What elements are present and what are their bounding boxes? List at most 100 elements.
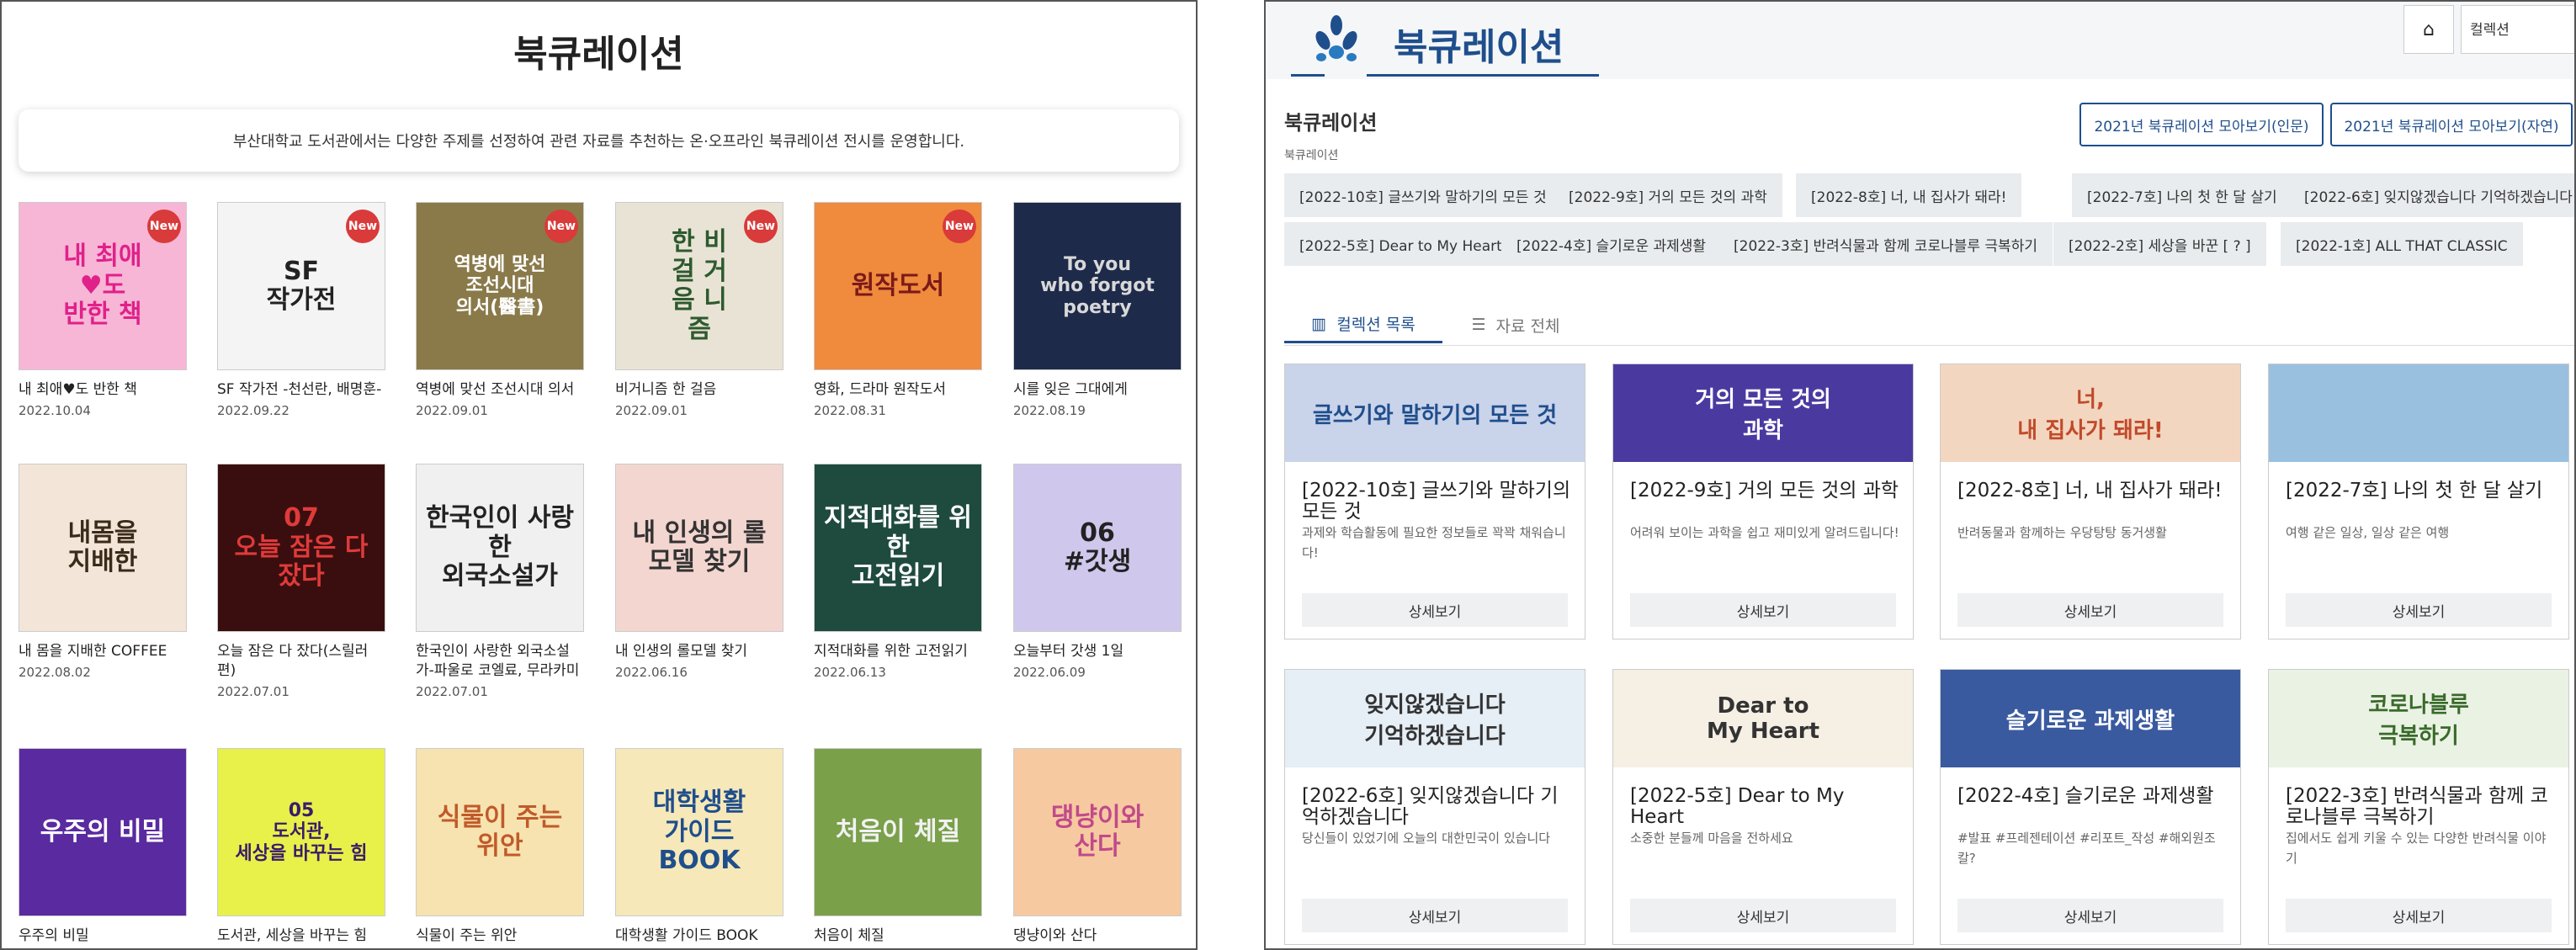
curation-item[interactable]: 06 #갓생 오늘부터 갓생 1일 2022.06.09 — [1013, 464, 1182, 680]
curation-item[interactable]: 내 최애 ♥도 반한 책 New 내 최애♥도 반한 책 2022.10.04 — [19, 202, 187, 418]
curation-title[interactable]: 내 몸을 지배한 COFFEE — [19, 642, 187, 661]
tab-collection-list[interactable]: ▥ 컬렉션 목록 — [1284, 306, 1442, 343]
curation-cover-image[interactable]: 내몸을 지배한 — [19, 464, 187, 632]
curation-item[interactable]: 대학생활 가이드 BOOK 대학생활 가이드 BOOK — [615, 748, 783, 948]
curation-cover-image[interactable]: 한 비 걸 거 음 니 즘 New — [615, 202, 783, 370]
detail-button[interactable]: 상세보기 — [1302, 593, 1568, 627]
collection-banner-image[interactable]: 글쓰기와 말하기의 모든 것 — [1285, 364, 1585, 462]
curation-item[interactable]: 05 도서관, 세상을 바꾸는 힘도서관, 세상을 바꾸는 힘 — [217, 748, 385, 948]
curation-cover-image[interactable]: SF 작가전 New — [217, 202, 385, 370]
collection-banner-image[interactable]: Dear to My Heart — [1613, 670, 1913, 767]
collection-title[interactable]: [2022-6호] 잊지않겠습니다 기억하겠습니다 — [1302, 786, 1571, 829]
curation-item[interactable]: 내몸을 지배한 내 몸을 지배한 COFFEE 2022.08.02 — [19, 464, 187, 680]
curation-cover-image[interactable]: 지적대화를 위한 고전읽기 — [814, 464, 982, 632]
collection-title[interactable]: [2022-10호] 글쓰기와 말하기의 모든 것 — [1302, 480, 1571, 523]
curation-title[interactable]: 한국인이 사랑한 외국소설가-파울로 코엘료, 무라카미 하루키 — [416, 642, 584, 681]
collection-card[interactable]: 글쓰기와 말하기의 모든 것 [2022-10호] 글쓰기와 말하기의 모든 것과… — [1284, 364, 1585, 640]
curation-cover-image[interactable]: 우주의 비밀 — [19, 748, 187, 916]
curation-item[interactable]: 식물이 주는 위안 식물이 주는 위안 — [416, 748, 584, 948]
curation-item[interactable]: 우주의 비밀 우주의 비밀 — [19, 748, 187, 948]
curation-item[interactable]: 07 오늘 잠은 다 잤다 오늘 잠은 다 잤다(스릴러편) 2022.07.01 — [217, 464, 385, 699]
curation-item[interactable]: 역병에 맞선 조선시대 의서(醫書) New 역병에 맞선 조선시대 의서 2022.… — [416, 202, 584, 418]
issue-chip[interactable]: [2022-10호] 글쓰기와 말하기의 모든 것 — [1284, 173, 1562, 217]
curation-cover-image[interactable]: 07 오늘 잠은 다 잤다 — [217, 464, 385, 632]
collection-card[interactable]: 거의 모든 것의 과학 [2022-9호] 거의 모든 것의 과학 어려워 보이는 … — [1612, 364, 1914, 640]
curation-title[interactable]: 영화, 드라마 원작도서 — [814, 380, 982, 400]
curation-cover-image[interactable]: 역병에 맞선 조선시대 의서(醫書) New — [416, 202, 584, 370]
curation-title[interactable]: 지적대화를 위한 고전읽기 — [814, 642, 982, 661]
detail-button[interactable]: 상세보기 — [1630, 899, 1896, 932]
collection-title[interactable]: [2022-5호] Dear to My Heart — [1630, 786, 1899, 829]
science-archive-button[interactable]: 2021년 북큐레이션 모아보기(자연) — [2330, 103, 2573, 146]
curation-title[interactable]: SF 작가전 -천선란, 배명훈- — [217, 380, 385, 400]
collection-banner-image[interactable]: 잊지않겠습니다 기억하겠습니다 — [1285, 670, 1585, 767]
detail-button[interactable]: 상세보기 — [1630, 593, 1896, 627]
curation-item[interactable]: 한 비 걸 거 음 니 즘 New 비거니즘 한 걸음 2022.09.01 — [615, 202, 783, 418]
curation-title[interactable]: 식물이 주는 위안 — [416, 926, 584, 946]
curation-cover-image[interactable]: 내 최애 ♥도 반한 책 New — [19, 202, 187, 370]
collection-banner-image[interactable]: 너, 내 집사가 돼라! — [1941, 364, 2240, 462]
curation-title[interactable]: 역병에 맞선 조선시대 의서 — [416, 380, 584, 400]
curation-title[interactable]: 오늘 잠은 다 잤다(스릴러편) — [217, 642, 385, 681]
tab-all-materials[interactable]: ☰ 자료 전체 — [1453, 306, 1579, 343]
collection-title[interactable]: [2022-3호] 반려식물과 함께 코로나블루 극복하기 — [2286, 786, 2555, 829]
collection-card[interactable]: 너, 내 집사가 돼라! [2022-8호] 너, 내 집사가 돼라! 반려동물과 … — [1940, 364, 2241, 640]
curation-cover-image[interactable]: 원작도서 New — [814, 202, 982, 370]
curation-item[interactable]: 한국인이 사랑한 외국소설가한국인이 사랑한 외국소설가-파울로 코엘료, 무라… — [416, 464, 584, 699]
curation-cover-image[interactable]: 식물이 주는 위안 — [416, 748, 584, 916]
collection-card[interactable]: 슬기로운 과제생활 [2022-4호] 슬기로운 과제생활 #발표 #프레젠테이션 … — [1940, 669, 2241, 945]
home-button[interactable]: ⌂ — [2403, 5, 2454, 54]
issue-chip[interactable]: [2022-9호] 거의 모든 것의 과학 — [1554, 173, 1782, 217]
curation-title[interactable]: 내 최애♥도 반한 책 — [19, 380, 187, 400]
collection-card[interactable]: Dear to My Heart [2022-5호] Dear to My Hea… — [1612, 669, 1914, 945]
curation-cover-image[interactable]: 06 #갓생 — [1013, 464, 1182, 632]
curation-cover-image[interactable]: 내 인생의 롤모델 찾기 — [615, 464, 783, 632]
issue-chip[interactable]: [2022-2호] 세상을 바꾼 [ ? ] — [2053, 222, 2266, 266]
curation-item[interactable]: 처음이 체질 처음이 체질 — [814, 748, 982, 948]
collection-card[interactable]: [2022-7호] 나의 첫 한 달 살기 여행 같은 일상, 일상 같은 여행 상… — [2268, 364, 2569, 640]
curation-title[interactable]: 처음이 체질 — [814, 926, 982, 946]
collection-card[interactable]: 코로나블루 극복하기 [2022-3호] 반려식물과 함께 코로나블루 극복하기 집… — [2268, 669, 2569, 945]
issue-chip[interactable]: [2022-3호] 반려식물과 함께 코로나블루 극복하기 — [1718, 222, 2053, 266]
curation-item[interactable]: To you who forgot poetry 시를 잊은 그대에게 2022.0… — [1013, 202, 1182, 418]
curation-cover-image[interactable]: 처음이 체질 — [814, 748, 982, 916]
curation-item[interactable]: 원작도서 New 영화, 드라마 원작도서 2022.08.31 — [814, 202, 982, 418]
curation-title[interactable]: 도서관, 세상을 바꾸는 힘 — [217, 926, 385, 946]
collection-title[interactable]: [2022-7호] 나의 첫 한 달 살기 — [2286, 480, 2555, 502]
curation-title[interactable]: 내 인생의 롤모델 찾기 — [615, 642, 783, 661]
curation-item[interactable]: 내 인생의 롤모델 찾기 내 인생의 롤모델 찾기 2022.06.16 — [615, 464, 783, 680]
curation-cover-image[interactable]: 05 도서관, 세상을 바꾸는 힘 — [217, 748, 385, 916]
search-scope-select[interactable]: 컬렉션 — [2461, 5, 2574, 54]
collection-card[interactable]: 잊지않겠습니다 기억하겠습니다 [2022-6호] 잊지않겠습니다 기억하겠습니다… — [1284, 669, 1585, 945]
breadcrumb[interactable]: 북큐레이션 — [1284, 146, 1338, 163]
detail-button[interactable]: 상세보기 — [1302, 899, 1568, 932]
collection-title[interactable]: [2022-9호] 거의 모든 것의 과학 — [1630, 480, 1899, 502]
curation-cover-image[interactable]: 댕냥이와 산다 — [1013, 748, 1182, 916]
detail-button[interactable]: 상세보기 — [1957, 899, 2223, 932]
detail-button[interactable]: 상세보기 — [1957, 593, 2223, 627]
detail-button[interactable]: 상세보기 — [2286, 899, 2552, 932]
collection-banner-image[interactable]: 거의 모든 것의 과학 — [1613, 364, 1913, 462]
curation-title[interactable]: 대학생활 가이드 BOOK — [615, 926, 783, 946]
curation-cover-image[interactable]: 대학생활 가이드 BOOK — [615, 748, 783, 916]
issue-chip[interactable]: [2022-5호] Dear to My Heart — [1284, 222, 1517, 266]
curation-item[interactable]: 댕냥이와 산다 댕냥이와 산다 — [1013, 748, 1182, 948]
collection-title[interactable]: [2022-4호] 슬기로운 과제생활 — [1957, 786, 2227, 807]
humanities-archive-button[interactable]: 2021년 북큐레이션 모아보기(인문) — [2079, 103, 2324, 146]
issue-chip[interactable]: [2022-4호] 슬기로운 과제생활 — [1501, 222, 1722, 266]
curation-title[interactable]: 댕냥이와 산다 — [1013, 926, 1182, 946]
curation-title[interactable]: 시를 잊은 그대에게 — [1013, 380, 1182, 400]
curation-cover-image[interactable]: 한국인이 사랑한 외국소설가 — [416, 464, 584, 632]
curation-item[interactable]: 지적대화를 위한 고전읽기 지적대화를 위한 고전읽기 2022.06.13 — [814, 464, 982, 680]
issue-chip[interactable]: [2022-8호] 너, 내 집사가 돼라! — [1796, 173, 2022, 217]
curation-title[interactable]: 비거니즘 한 걸음 — [615, 380, 783, 400]
detail-button[interactable]: 상세보기 — [2286, 593, 2552, 627]
collection-banner-image[interactable]: 슬기로운 과제생활 — [1941, 670, 2240, 767]
brand-title[interactable]: 북큐레이션 — [1394, 17, 1564, 71]
collection-title[interactable]: [2022-8호] 너, 내 집사가 돼라! — [1957, 480, 2227, 502]
collection-banner-image[interactable] — [2269, 364, 2568, 462]
curation-item[interactable]: SF 작가전 New SF 작가전 -천선란, 배명훈- 2022.09.22 — [217, 202, 385, 418]
issue-chip[interactable]: [2022-1호] ALL THAT CLASSIC — [2281, 222, 2523, 266]
issue-chip[interactable]: [2022-7호] 나의 첫 한 달 살기 — [2072, 173, 2292, 217]
logo-icon[interactable] — [1304, 13, 1365, 69]
